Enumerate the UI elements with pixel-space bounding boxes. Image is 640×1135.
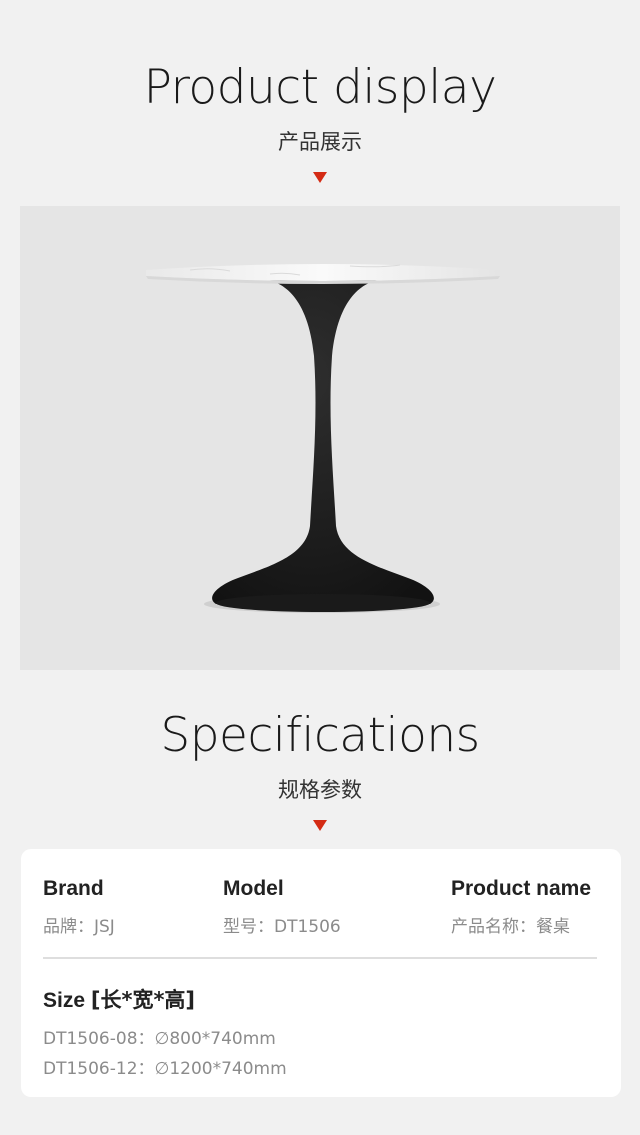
specifications-title: Specifications <box>160 708 480 763</box>
model-label: Model <box>223 877 284 900</box>
specifications-subtitle: 规格参数 <box>278 778 362 802</box>
size-label-cn: [长*宽*高] <box>90 988 196 1012</box>
model-column: Model 型号：DT1506 <box>223 877 341 937</box>
size-label: Size [长*宽*高] <box>43 984 287 1014</box>
down-triangle-icon <box>313 820 327 831</box>
product-name-column: Product name 产品名称：餐桌 <box>451 877 591 937</box>
tulip-table-image <box>146 264 500 613</box>
product-display-title: Product display <box>143 60 497 115</box>
brand-column: Brand 品牌：JSJ <box>43 877 115 937</box>
size-label-en: Size <box>43 989 86 1012</box>
down-triangle-icon <box>313 172 327 183</box>
brand-value: 品牌：JSJ <box>43 917 115 937</box>
size-line: DT1506-08：∅800*740mm <box>43 1029 276 1049</box>
size-line: DT1506-12：∅1200*740mm <box>43 1059 287 1079</box>
product-name-label: Product name <box>451 877 592 900</box>
spec-card: Brand 品牌：JSJ Model 型号：DT1506 Product nam… <box>21 849 621 1097</box>
product-display-subtitle: 产品展示 <box>278 130 362 154</box>
product-photo <box>20 206 620 670</box>
model-value: 型号：DT1506 <box>223 917 341 937</box>
card-divider <box>43 957 597 959</box>
brand-label: Brand <box>43 877 104 900</box>
size-section: Size [长*宽*高] DT1506-08：∅800*740mm DT1506… <box>43 984 287 1084</box>
product-name-value: 产品名称：餐桌 <box>451 917 570 937</box>
